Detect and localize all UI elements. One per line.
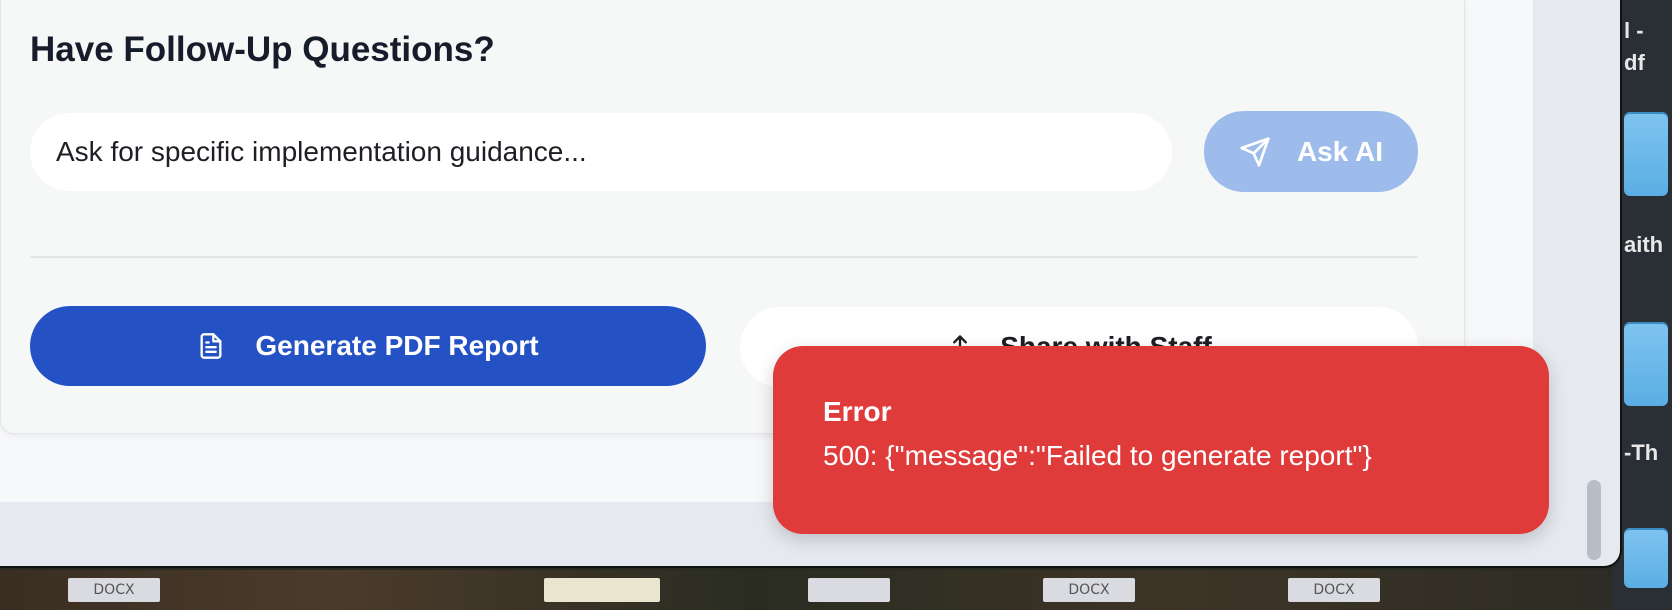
desktop-file-thumbnail[interactable] <box>544 578 660 602</box>
folder-icon[interactable] <box>1624 528 1668 588</box>
side-label: -Th <box>1624 440 1659 465</box>
file-label: DOCX <box>1313 582 1355 598</box>
generate-pdf-button[interactable]: Generate PDF Report <box>30 306 706 386</box>
side-label: aith <box>1624 232 1664 257</box>
desktop-file-docx[interactable]: DOCX <box>1288 578 1380 602</box>
ask-ai-button[interactable]: Ask AI <box>1204 111 1418 192</box>
followup-input[interactable]: Ask for specific implementation guidance… <box>30 113 1172 191</box>
side-label: df <box>1624 50 1645 75</box>
scrollbar[interactable] <box>1587 480 1601 560</box>
toast-message: 500: {"message":"Failed to generate repo… <box>823 440 1372 471</box>
file-label: DOCX <box>93 582 135 598</box>
desktop-file-thumbnail[interactable] <box>808 578 890 602</box>
generate-pdf-label: Generate PDF Report <box>255 330 539 361</box>
folder-icon[interactable] <box>1624 322 1668 406</box>
divider <box>30 256 1418 258</box>
finder-sidebar <box>1612 0 1672 610</box>
desktop-file-docx[interactable]: DOCX <box>1043 578 1135 602</box>
folder-icon[interactable] <box>1624 112 1668 196</box>
error-toast[interactable]: Error 500: {"message":"Failed to generat… <box>773 346 1549 534</box>
side-label: l - <box>1624 18 1644 43</box>
document-icon <box>197 330 225 362</box>
desktop-file-docx[interactable]: DOCX <box>68 578 160 602</box>
send-icon <box>1239 136 1271 168</box>
toast-title: Error <box>823 396 892 427</box>
section-title: Have Follow-Up Questions? <box>30 30 495 69</box>
input-placeholder: Ask for specific implementation guidance… <box>56 136 587 167</box>
ask-ai-label: Ask AI <box>1296 135 1384 167</box>
file-label: DOCX <box>1068 582 1110 598</box>
